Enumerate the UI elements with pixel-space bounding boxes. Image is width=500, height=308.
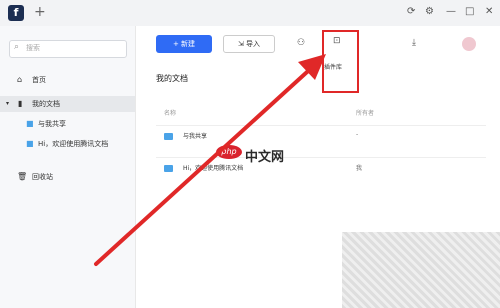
- annotation-arrow: [94, 54, 326, 266]
